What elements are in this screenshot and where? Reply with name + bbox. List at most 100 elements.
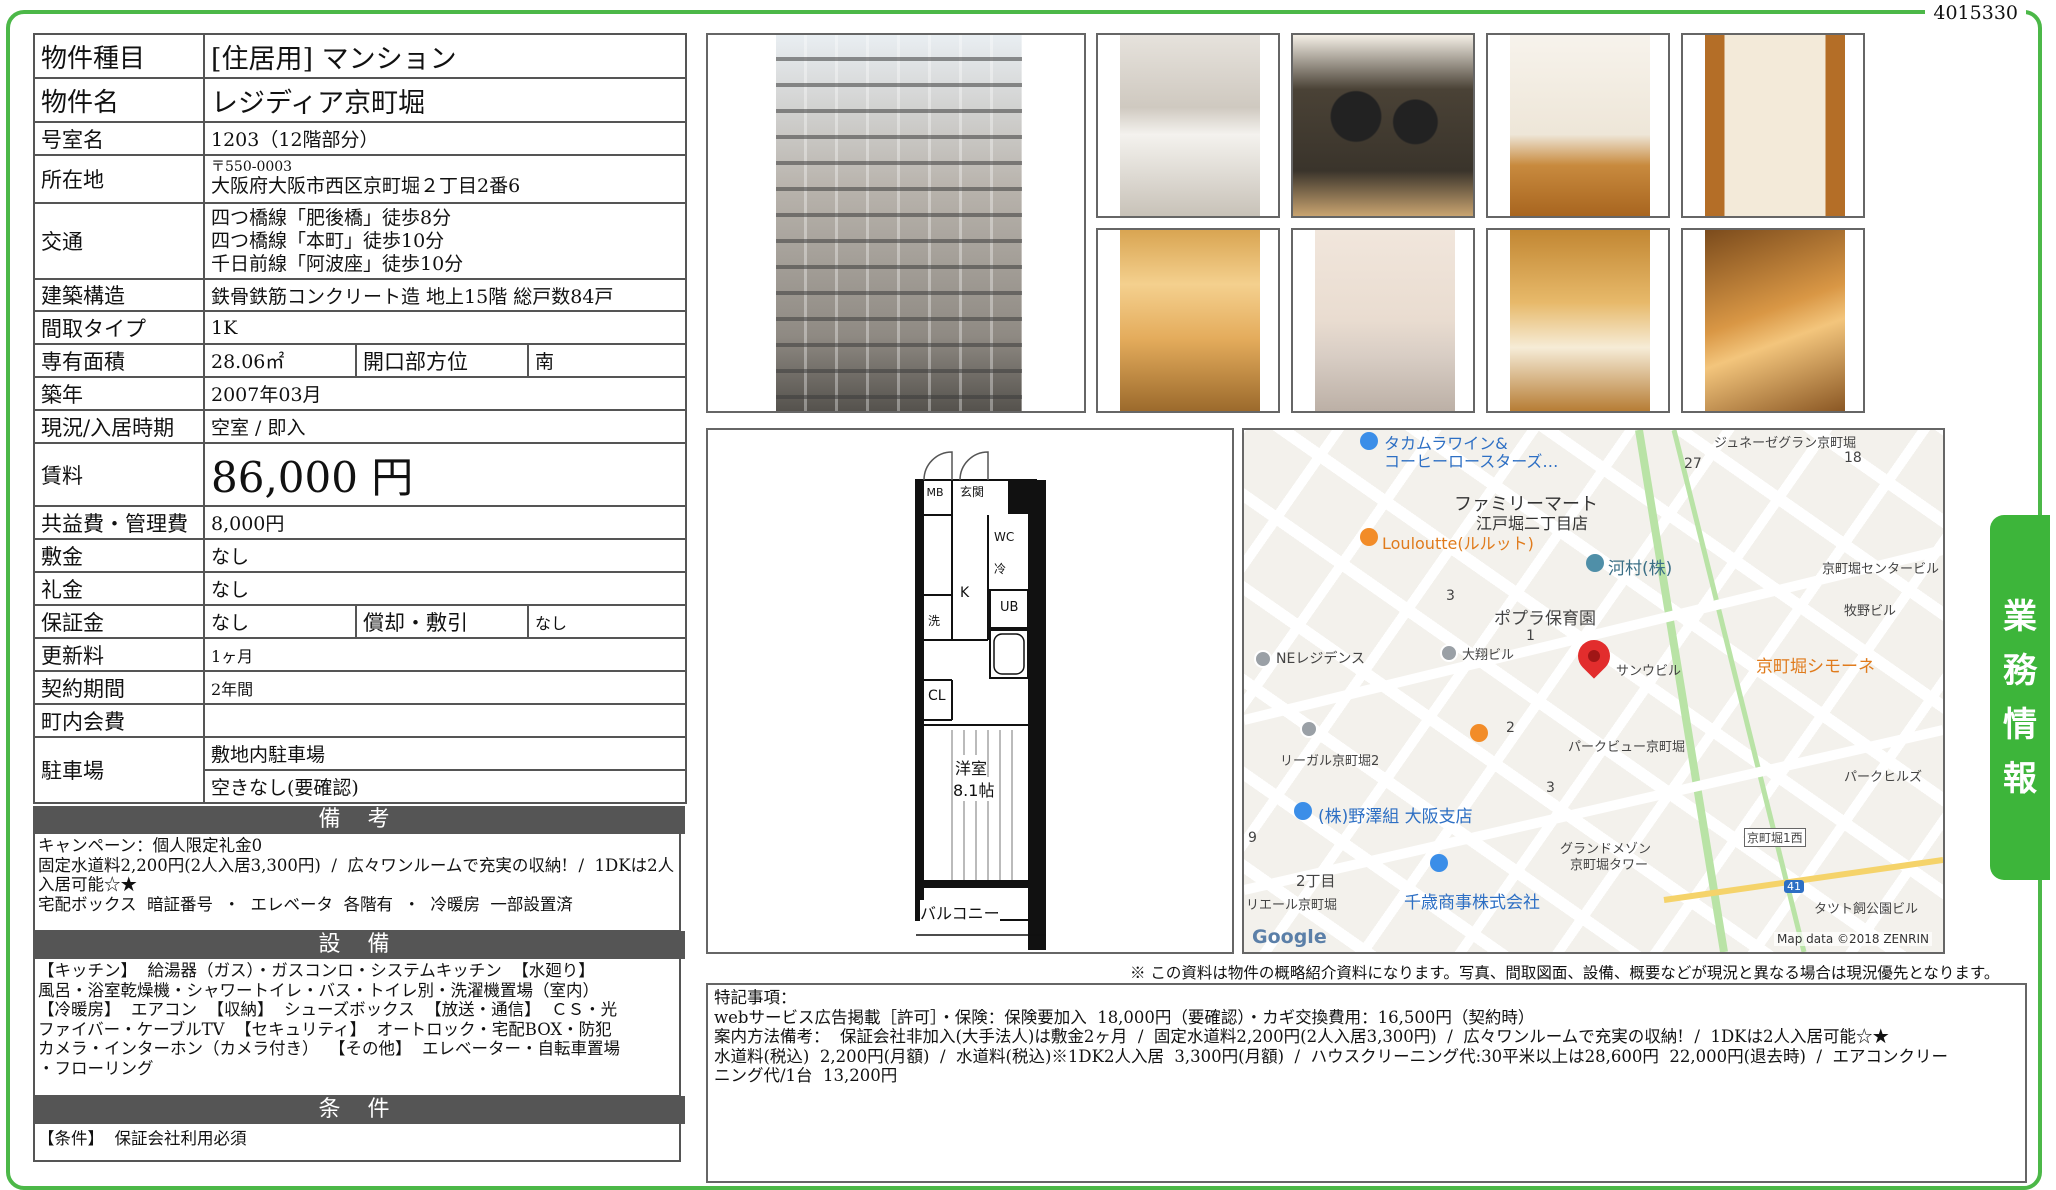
equipment-line: ファイバー・ケーブルTV 【セキュリティ】 オートロック・宅配BOX・防犯 xyxy=(38,1019,612,1039)
map-label: タツト飼公園ビル xyxy=(1814,902,1919,917)
stove-photo xyxy=(1291,33,1475,218)
address-zip: 〒550-0003 xyxy=(211,159,293,175)
conditions-body: 【条件】 保証会社利用必須 xyxy=(33,1124,681,1162)
hallway-image xyxy=(1705,230,1845,411)
map-label: 京町堀センタービル xyxy=(1822,562,1940,577)
status-label: 現況/入居時期 xyxy=(33,409,205,444)
map-label: 9 xyxy=(1248,830,1257,846)
floor-plan-label: K xyxy=(960,585,970,601)
bathroom-image xyxy=(1315,230,1455,411)
parking-value-2: 空きなし(要確認) xyxy=(202,769,688,804)
toilet-photo xyxy=(1486,228,1670,413)
equipment-line: 風呂・浴室乾燥機・シャワートイレ・バス・トイレ別・洗濯機置場（室内） xyxy=(38,980,599,1000)
hallway-photo xyxy=(1681,228,1865,413)
map-label: コーヒーロースターズ… xyxy=(1384,452,1559,471)
washbasin-image xyxy=(1120,230,1260,411)
rent-value: 86,000 円 xyxy=(202,442,688,507)
map-label: 河村(株) xyxy=(1608,559,1673,579)
special-notes-line: webサービス広告掲載［許可］・保険：保険要加入 18,000円（要確認）・カギ… xyxy=(714,1007,1535,1027)
map-place-dot xyxy=(1440,644,1458,662)
map-place-dot xyxy=(1254,650,1272,668)
access-line: 四つ橋線「本町」徒歩10分 xyxy=(211,229,445,252)
remarks-line: 固定水道料2,200円(2人入居3,300円) / 広々ワンルームで充実の収納!… xyxy=(38,855,675,895)
map-attribution: Map data ©2018 ZENRIN xyxy=(1774,932,1932,946)
bathroom-photo xyxy=(1291,228,1475,413)
special-notes-line: 案内方法備考： 保証会社非加入(大手法人)は敷金2ヶ月 / 固定水道料2,200… xyxy=(714,1027,1890,1046)
access-label: 交通 xyxy=(33,202,205,280)
side-tab-char: 報 xyxy=(2003,758,2037,799)
key-money-label: 礼金 xyxy=(33,571,205,606)
renewal-label: 更新料 xyxy=(33,637,205,672)
closet-photo xyxy=(1681,33,1865,218)
map-label: リーガル京町堀2 xyxy=(1280,754,1380,769)
special-notes-line: 特記事項： xyxy=(714,988,797,1007)
kitchen-photo xyxy=(1096,33,1280,218)
map-label: 千歳商事株式会社 xyxy=(1404,893,1540,913)
equipment-line: カメラ・インターホン（カメラ付き） 【その他】 エレベーター・自転車置場 xyxy=(38,1039,620,1058)
parking-label: 駐車場 xyxy=(33,736,205,804)
floor-plan-label: バルコニー xyxy=(920,900,1000,924)
guarantee-label: 保証金 xyxy=(33,604,205,639)
floor-plan: MB 玄関 WC 冷 K UB 洗 CL 洋室 8.1帖 バルコニー xyxy=(706,428,1234,954)
map-label: ジュネーゼグラン京町堀 xyxy=(1714,436,1857,451)
built-label: 築年 xyxy=(33,376,205,411)
address-cell: 〒550-0003 大阪府大阪市西区京町堀２丁目2番6 xyxy=(202,154,688,204)
map-label: サンウビル xyxy=(1616,664,1682,679)
toilet-image xyxy=(1510,230,1650,411)
structure-value: 鉄骨鉄筋コンクリート造 地上15階 総戸数84戸 xyxy=(202,278,688,312)
map-label: 1 xyxy=(1526,628,1535,644)
floor-plan-label: MB xyxy=(924,486,946,499)
stove-image xyxy=(1293,35,1473,216)
floor-plan-label: 洗 xyxy=(928,614,941,628)
map-label: パークビュー京町堀 xyxy=(1568,740,1686,755)
map-label: パークヒルズ xyxy=(1844,770,1923,785)
address-label: 所在地 xyxy=(33,154,205,204)
direction-label: 開口部方位 xyxy=(355,343,529,378)
name-value: レジディア京町堀 xyxy=(202,77,688,123)
name-label: 物件名 xyxy=(33,77,205,123)
structure-label: 建築構造 xyxy=(33,278,205,312)
renewal-value: 1ヶ月 xyxy=(202,637,688,672)
floor-plan-drawing xyxy=(915,451,1046,950)
remarks-header: 備 考 xyxy=(33,806,685,834)
type-value: [住居用] マンション xyxy=(202,33,688,79)
side-tab-char: 務 xyxy=(2003,650,2037,691)
equipment-body: 【キッチン】 給湯器（ガス）・ガスコンロ・システムキッチン 【水廻り】 風呂・浴… xyxy=(33,959,681,1097)
property-table: 物件種目 [住居用] マンション 物件名 レジディア京町堀 号室名 1203（1… xyxy=(33,33,688,804)
side-tab-business-info[interactable]: 業 務 情 報 xyxy=(1990,515,2050,880)
parking-value-1: 敷地内駐車場 xyxy=(202,736,688,771)
map-cafe-icon xyxy=(1470,724,1488,742)
map-label: 3 xyxy=(1446,588,1455,604)
floor-plan-label: 玄関 xyxy=(960,485,985,499)
built-value: 2007年03月 xyxy=(202,376,688,411)
deposit-label: 敷金 xyxy=(33,538,205,573)
closet-image xyxy=(1705,35,1845,216)
address-value: 大阪府大阪市西区京町堀２丁目2番6 xyxy=(211,175,521,197)
disclaimer-notice: ※ この資料は物件の概略紹介資料になります。写真、間取図面、設備、概要などが現況… xyxy=(1130,964,2000,982)
map-restaurant-icon xyxy=(1360,528,1378,546)
remarks-line: 宅配ボックス 暗証番号 ・ エレベータ 各階有 ・ 冷暖房 一部設置済 xyxy=(38,894,573,914)
map-shop-icon xyxy=(1430,854,1448,872)
location-map[interactable]: タカムラワイン& コーヒーロースターズ… ジュネーゼグラン京町堀 27 18 フ… xyxy=(1242,428,1945,954)
building-image xyxy=(776,35,1022,411)
google-logo: Google xyxy=(1252,926,1327,948)
map-label: 京町堀シモーネ xyxy=(1756,657,1875,677)
fee-label: 共益費・管理費 xyxy=(33,505,205,540)
direction-value: 南 xyxy=(526,343,688,378)
map-shop-icon xyxy=(1360,432,1378,450)
contract-label: 契約期間 xyxy=(33,670,205,705)
town-fee-value xyxy=(202,703,688,738)
floor-plan-label: 洋室 xyxy=(955,755,988,779)
special-notes: 特記事項： webサービス広告掲載［許可］・保険：保険要加入 18,000円（要… xyxy=(706,983,2027,1183)
rent-label: 賃料 xyxy=(33,442,205,507)
conditions-header: 条 件 xyxy=(33,1096,685,1124)
map-label: 18 xyxy=(1844,450,1862,466)
equipment-line: 【キッチン】 給湯器（ガス）・ガスコンロ・システムキッチン 【水廻り】 xyxy=(38,961,595,980)
document-id: 4015330 xyxy=(1925,0,2026,26)
conditions-line: 【条件】 保証会社利用必須 xyxy=(38,1129,247,1148)
fee-value: 8,000円 xyxy=(202,505,688,540)
town-fee-label: 町内会費 xyxy=(33,703,205,738)
floor-plan-label: 8.1帖 xyxy=(953,777,995,801)
map-label: Louloutte(ルルット) xyxy=(1382,534,1534,553)
map-office-icon xyxy=(1586,554,1604,572)
